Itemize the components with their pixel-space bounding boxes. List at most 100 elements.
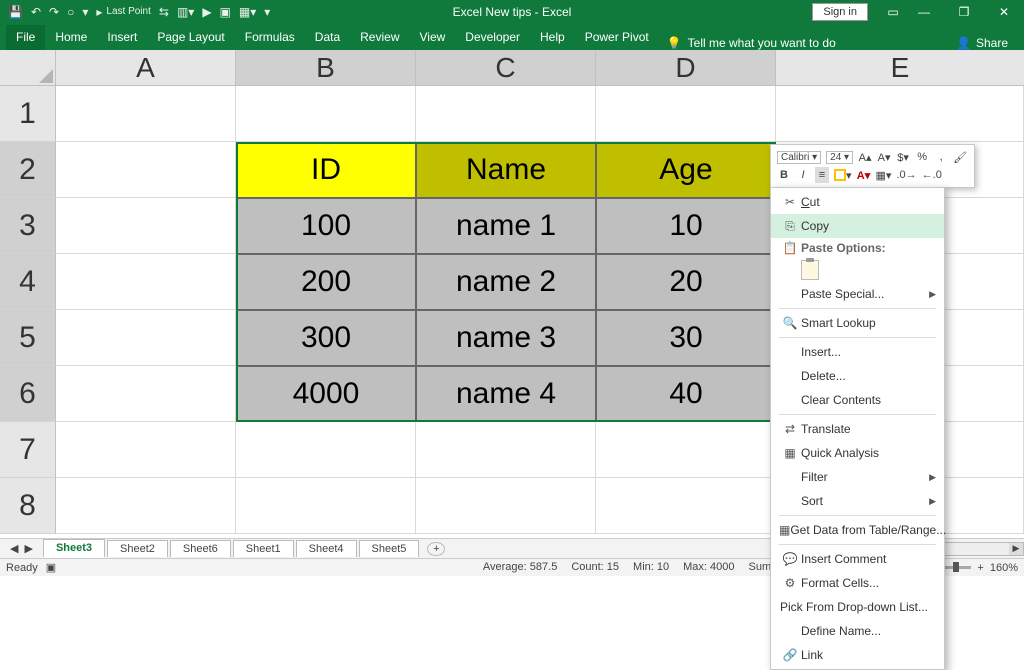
- tab-review[interactable]: Review: [350, 25, 409, 50]
- menu-copy[interactable]: ⎘ Copy: [771, 214, 944, 238]
- cell-b3[interactable]: 100: [236, 198, 416, 254]
- cell-d5[interactable]: 30: [596, 310, 776, 366]
- menu-smart-lookup[interactable]: 🔍 Smart Lookup: [771, 311, 944, 335]
- menu-sort[interactable]: Sort ▶: [771, 489, 944, 513]
- cell-c2[interactable]: Name: [416, 142, 596, 198]
- decrease-font-icon[interactable]: A▾: [877, 149, 891, 165]
- row-header-2[interactable]: 2: [0, 142, 56, 198]
- play-icon[interactable]: ▶: [202, 5, 211, 19]
- increase-decimal-icon[interactable]: .0→: [896, 167, 916, 183]
- col-header-a[interactable]: A: [56, 50, 236, 85]
- sheet-tab-sheet3[interactable]: Sheet3: [43, 539, 105, 558]
- currency-button[interactable]: $▾: [896, 149, 910, 165]
- bold-button[interactable]: B: [777, 167, 791, 183]
- menu-filter[interactable]: Filter ▶: [771, 465, 944, 489]
- tab-formulas[interactable]: Formulas: [235, 25, 305, 50]
- cell-a3[interactable]: [56, 198, 236, 254]
- row-header-1[interactable]: 1: [0, 86, 56, 142]
- cell-e1[interactable]: [776, 86, 1024, 142]
- cell-b1[interactable]: [236, 86, 416, 142]
- last-point-label[interactable]: Last Point: [106, 6, 150, 17]
- format-painter-icon[interactable]: 🖌: [953, 149, 967, 165]
- cell-c1[interactable]: [416, 86, 596, 142]
- maximize-button[interactable]: ❐: [944, 0, 984, 23]
- cell-d2[interactable]: Age: [596, 142, 776, 198]
- col-header-d[interactable]: D: [596, 50, 776, 85]
- cell-b4[interactable]: 200: [236, 254, 416, 310]
- italic-button[interactable]: I: [796, 167, 810, 183]
- row-header-4[interactable]: 4: [0, 254, 56, 310]
- flag-icon[interactable]: ▸: [96, 5, 102, 19]
- select-all-button[interactable]: [0, 50, 56, 85]
- new-sheet-button[interactable]: +: [427, 542, 445, 556]
- sheet-tab-sheet4[interactable]: Sheet4: [296, 540, 357, 557]
- tab-page-layout[interactable]: Page Layout: [147, 25, 234, 50]
- cell-c8[interactable]: [416, 478, 596, 534]
- scroll-right-icon[interactable]: ▶: [1009, 543, 1023, 555]
- align-button[interactable]: ≡: [815, 167, 829, 183]
- cell-b5[interactable]: 300: [236, 310, 416, 366]
- tab-file[interactable]: File: [6, 25, 45, 50]
- menu-define-name[interactable]: Define Name...: [771, 619, 944, 643]
- cell-b6[interactable]: 4000: [236, 366, 416, 422]
- tab-developer[interactable]: Developer: [455, 25, 530, 50]
- share-button[interactable]: 👤 Share: [956, 36, 1018, 50]
- font-name-dropdown[interactable]: Calibri ▾: [777, 151, 821, 164]
- sheet-tab-sheet5[interactable]: Sheet5: [359, 540, 420, 557]
- cell-d6[interactable]: 40: [596, 366, 776, 422]
- tab-data[interactable]: Data: [305, 25, 350, 50]
- menu-delete[interactable]: Delete...: [771, 364, 944, 388]
- tab-help[interactable]: Help: [530, 25, 575, 50]
- cell-c5[interactable]: name 3: [416, 310, 596, 366]
- decrease-decimal-icon[interactable]: ←.0: [922, 167, 942, 183]
- menu-link[interactable]: 🔗 Link: [771, 643, 944, 667]
- font-size-dropdown[interactable]: 24 ▾: [826, 151, 853, 164]
- sheet-tab-sheet2[interactable]: Sheet2: [107, 540, 168, 557]
- grid-icon[interactable]: ▦▾: [239, 5, 256, 19]
- cell-a1[interactable]: [56, 86, 236, 142]
- menu-insert[interactable]: Insert...: [771, 340, 944, 364]
- menu-translate[interactable]: ⇄ Translate: [771, 417, 944, 441]
- menu-cut[interactable]: ✂ Cut: [771, 190, 944, 214]
- sheet-prev-icon[interactable]: ◀: [10, 542, 18, 555]
- cell-d7[interactable]: [596, 422, 776, 478]
- cell-a8[interactable]: [56, 478, 236, 534]
- chart-icon[interactable]: ▥▾: [177, 5, 194, 19]
- menu-format-cells[interactable]: ⚙ Format Cells...: [771, 571, 944, 595]
- font-color-button[interactable]: A▾: [857, 167, 871, 183]
- circle-icon[interactable]: ○: [67, 5, 74, 19]
- tab-view[interactable]: View: [410, 25, 456, 50]
- menu-quick-analysis[interactable]: ▦ Quick Analysis: [771, 441, 944, 465]
- cell-a5[interactable]: [56, 310, 236, 366]
- tab-home[interactable]: Home: [45, 25, 97, 50]
- sheet-tab-sheet1[interactable]: Sheet1: [233, 540, 294, 557]
- menu-paste-special[interactable]: Paste Special... ▶: [771, 282, 944, 306]
- menu-get-data[interactable]: ▦ Get Data from Table/Range...: [771, 518, 944, 542]
- tab-power-pivot[interactable]: Power Pivot: [575, 25, 659, 50]
- cell-a2[interactable]: [56, 142, 236, 198]
- cell-d4[interactable]: 20: [596, 254, 776, 310]
- record-macro-icon[interactable]: ▣: [46, 561, 56, 574]
- cell-d8[interactable]: [596, 478, 776, 534]
- cell-d1[interactable]: [596, 86, 776, 142]
- sheet-tab-sheet6[interactable]: Sheet6: [170, 540, 231, 557]
- zoom-in-button[interactable]: +: [977, 562, 983, 574]
- row-header-3[interactable]: 3: [0, 198, 56, 254]
- row-header-6[interactable]: 6: [0, 366, 56, 422]
- fill-color-button[interactable]: ▾: [834, 167, 852, 183]
- sheet-next-icon[interactable]: ▶: [24, 542, 32, 555]
- redo-icon[interactable]: ↷: [49, 5, 59, 19]
- box-icon[interactable]: ▣: [220, 5, 231, 19]
- funnel-icon[interactable]: ▾: [82, 5, 88, 19]
- sign-in-button[interactable]: Sign in: [812, 3, 868, 21]
- menu-pick-from-list[interactable]: Pick From Drop-down List...: [771, 595, 944, 619]
- cell-b8[interactable]: [236, 478, 416, 534]
- sheet-nav[interactable]: ◀▶: [0, 542, 43, 555]
- close-button[interactable]: ✕: [984, 0, 1024, 23]
- cell-a4[interactable]: [56, 254, 236, 310]
- tab-insert[interactable]: Insert: [97, 25, 147, 50]
- menu-insert-comment[interactable]: 💬 Insert Comment: [771, 547, 944, 571]
- row-header-7[interactable]: 7: [0, 422, 56, 478]
- menu-paste-option-1[interactable]: [771, 258, 944, 282]
- save-icon[interactable]: 💾: [8, 5, 23, 19]
